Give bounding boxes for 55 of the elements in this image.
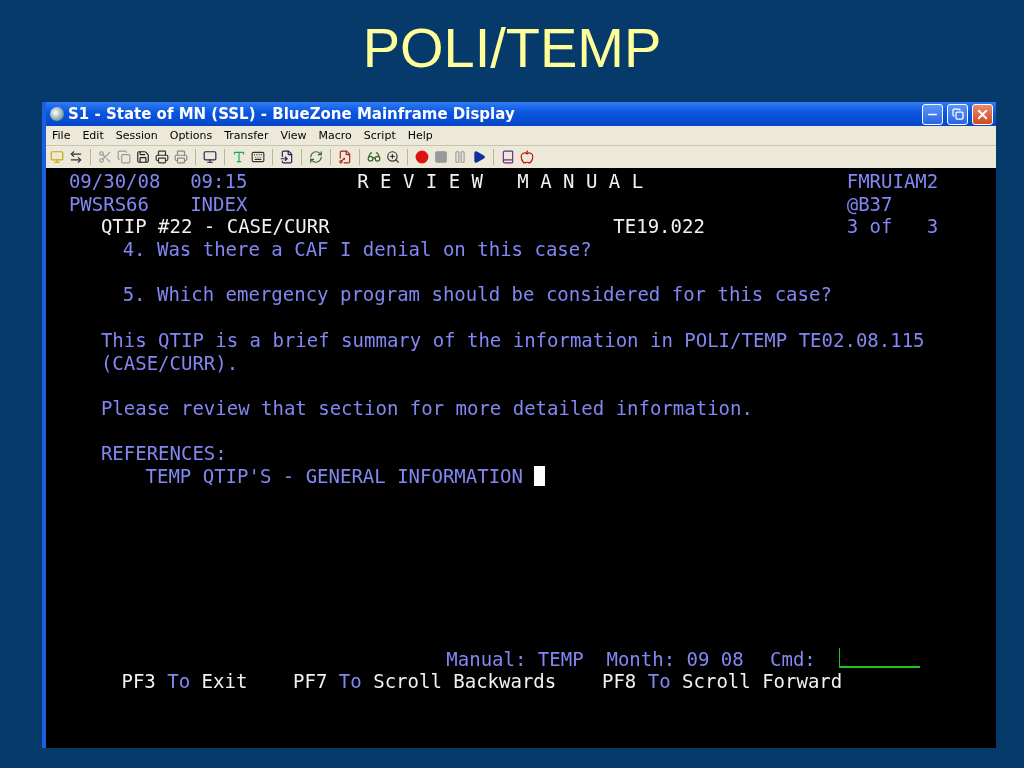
manual-label: Manual: [446, 647, 528, 671]
keyboard-icon[interactable] [251, 150, 265, 164]
paragraph: Please review that section for more detailed information. [100, 396, 753, 420]
date: 09/30/08 [68, 170, 162, 193]
menu-item[interactable]: Edit [82, 129, 104, 142]
reference-link[interactable]: TEMP QTIP'S - GENERAL INFORMATION [145, 465, 523, 488]
command-field[interactable] [838, 647, 920, 668]
question-text: 4. Was there a CAF I denial on this case? [122, 238, 592, 261]
time: 09:15 [190, 170, 249, 193]
glasses-icon[interactable] [367, 150, 381, 164]
question-text: 5. Which emergency program should be considered for this case? [122, 283, 832, 307]
location-code: @B37 [846, 192, 893, 216]
window-title: S1 - State of MN (SSL) - BlueZone Mainframe Display [68, 105, 516, 123]
screen-title: R E V I E W M A N U A L [357, 170, 645, 193]
file-icon[interactable] [280, 150, 294, 164]
section-name: INDEX [190, 192, 249, 216]
apple-icon[interactable] [520, 150, 534, 164]
month-value: 09 08 [686, 647, 745, 671]
month-label: Month: [606, 647, 677, 671]
page-indicator: 3 of 3 [846, 215, 939, 239]
app-icon [50, 107, 64, 121]
screen-id: FMRUIAM2 [846, 170, 939, 193]
menu-item[interactable]: File [52, 129, 71, 142]
menu-item[interactable]: Options [169, 129, 213, 142]
restore-icon [951, 108, 964, 120]
save-icon[interactable] [136, 150, 150, 164]
minimize-button[interactable] [922, 103, 943, 125]
function-key-hint: PF7 To Scroll Backwards [293, 670, 557, 693]
book-icon[interactable] [501, 150, 515, 164]
refresh-icon[interactable] [309, 150, 323, 164]
menu-item[interactable]: Session [115, 129, 158, 142]
user-id: PWSRS66 [68, 192, 150, 216]
cmd-label: Cmd: [770, 647, 816, 671]
topic-title: QTIP #22 - CASE/CURR [100, 215, 331, 239]
menu-item[interactable]: View [280, 129, 307, 142]
menu-item[interactable]: Script [363, 129, 396, 142]
file-key-icon[interactable] [338, 150, 352, 164]
manual-value: TEMP [537, 647, 585, 671]
close-button[interactable] [972, 103, 993, 125]
restore-button[interactable] [947, 103, 968, 125]
function-key-hint: PF3 To Exit [121, 670, 248, 693]
swap-icon[interactable] [69, 150, 83, 164]
monitor-icon[interactable] [203, 150, 217, 164]
record-icon[interactable] [415, 150, 429, 164]
references-heading: REFERENCES: [100, 442, 227, 466]
play-icon[interactable] [472, 150, 486, 164]
menu-item[interactable]: Transfer [224, 129, 269, 142]
function-key-hint: PF8 To Scroll Forward [601, 670, 843, 693]
menu-item[interactable]: Help [407, 129, 433, 142]
slide-title: POLI/TEMP [361, 15, 663, 81]
zoom-icon[interactable] [386, 150, 400, 164]
menu-item[interactable]: Macro [318, 129, 352, 142]
document-id: TE19.022 [613, 215, 706, 239]
paragraph: This QTIP is a brief summary of the information in POLI/TEMP TE02.08.115 (CASE/CURR). [100, 328, 925, 375]
printer-icon[interactable] [155, 150, 169, 164]
